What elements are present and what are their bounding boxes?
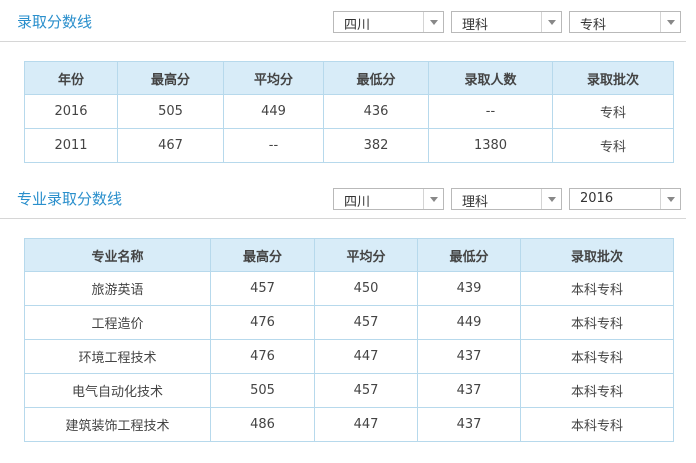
table-cell: 449 (417, 305, 521, 340)
table-cell: -- (428, 94, 553, 129)
table-cell: 专科 (552, 128, 674, 163)
table-row: 旅游英语 457 450 439 本科专科 (24, 271, 674, 306)
table-cell: 476 (210, 305, 315, 340)
table-cell: 2016 (24, 94, 118, 129)
table-cell: 专科 (552, 94, 674, 129)
column-header: 平均分 (223, 61, 324, 95)
table-cell: 436 (323, 94, 429, 129)
table-row: 电气自动化技术 505 457 437 本科专科 (24, 373, 674, 408)
table-cell: 505 (210, 373, 315, 408)
table-cell: 437 (417, 373, 521, 408)
table-cell: 旅游英语 (24, 271, 211, 306)
column-header: 年份 (24, 61, 118, 95)
table-cell: 本科专科 (520, 373, 674, 408)
year-select[interactable]: 2016 (569, 188, 681, 210)
subject-select-value: 理科 (462, 195, 489, 210)
table-row: 建筑装饰工程技术 486 447 437 本科专科 (24, 407, 674, 442)
province-select-value: 四川 (344, 18, 371, 33)
table-cell: 1380 (428, 128, 553, 163)
table-cell: 505 (117, 94, 224, 129)
table-cell: 本科专科 (520, 407, 674, 442)
table-cell: 439 (417, 271, 521, 306)
table-cell: 447 (314, 407, 418, 442)
table-cell: 447 (314, 339, 418, 374)
major-score-line-title: 专业录取分数线 (17, 190, 123, 208)
column-header: 最低分 (323, 61, 429, 95)
subject-select[interactable]: 理科 (451, 11, 562, 33)
chevron-down-icon (660, 12, 680, 32)
subject-select[interactable]: 理科 (451, 188, 562, 210)
table-cell: 450 (314, 271, 418, 306)
column-header: 平均分 (314, 238, 418, 272)
table-cell: 工程造价 (24, 305, 211, 340)
table-cell: 本科专科 (520, 271, 674, 306)
subject-select-value: 理科 (462, 18, 489, 33)
province-select-value: 四川 (344, 195, 371, 210)
table-row: 2011 467 -- 382 1380 专科 (24, 128, 674, 163)
table-cell: 449 (223, 94, 324, 129)
major-score-line-header: 专业录取分数线 四川 理科 2016 (0, 177, 686, 219)
table-cell: 457 (314, 373, 418, 408)
chevron-down-icon (541, 189, 561, 209)
table-cell: 本科专科 (520, 305, 674, 340)
column-header: 录取批次 (552, 61, 674, 95)
table-cell: 437 (417, 407, 521, 442)
level-select[interactable]: 专科 (569, 11, 681, 33)
table-row: 环境工程技术 476 447 437 本科专科 (24, 339, 674, 374)
score-line-header: 录取分数线 四川 理科 专科 (0, 0, 686, 42)
table-cell: 电气自动化技术 (24, 373, 211, 408)
table-cell: 建筑装饰工程技术 (24, 407, 211, 442)
province-select[interactable]: 四川 (333, 188, 444, 210)
score-line-table: 年份 最高分 平均分 最低分 录取人数 录取批次 2016 505 449 43… (24, 61, 674, 163)
chevron-down-icon (423, 12, 443, 32)
table-cell: 本科专科 (520, 339, 674, 374)
table-cell: 457 (314, 305, 418, 340)
table-cell: 486 (210, 407, 315, 442)
column-header: 最低分 (417, 238, 521, 272)
table-row: 工程造价 476 457 449 本科专科 (24, 305, 674, 340)
table-cell: 476 (210, 339, 315, 374)
column-header: 录取批次 (520, 238, 674, 272)
table-cell: 环境工程技术 (24, 339, 211, 374)
score-line-title: 录取分数线 (17, 13, 93, 31)
chevron-down-icon (660, 189, 680, 209)
chevron-down-icon (423, 189, 443, 209)
table-header-row: 专业名称 最高分 平均分 最低分 录取批次 (24, 238, 674, 272)
table-cell: 457 (210, 271, 315, 306)
province-select[interactable]: 四川 (333, 11, 444, 33)
level-select-value: 专科 (580, 18, 607, 33)
table-cell: -- (223, 128, 324, 163)
column-header: 最高分 (210, 238, 315, 272)
table-cell: 2011 (24, 128, 118, 163)
table-cell: 382 (323, 128, 429, 163)
major-score-line-table: 专业名称 最高分 平均分 最低分 录取批次 旅游英语 457 450 439 本… (24, 238, 674, 442)
year-select-value: 2016 (580, 191, 614, 206)
table-cell: 437 (417, 339, 521, 374)
table-header-row: 年份 最高分 平均分 最低分 录取人数 录取批次 (24, 61, 674, 95)
column-header: 专业名称 (24, 238, 211, 272)
chevron-down-icon (541, 12, 561, 32)
column-header: 最高分 (117, 61, 224, 95)
table-row: 2016 505 449 436 -- 专科 (24, 94, 674, 129)
column-header: 录取人数 (428, 61, 553, 95)
table-cell: 467 (117, 128, 224, 163)
